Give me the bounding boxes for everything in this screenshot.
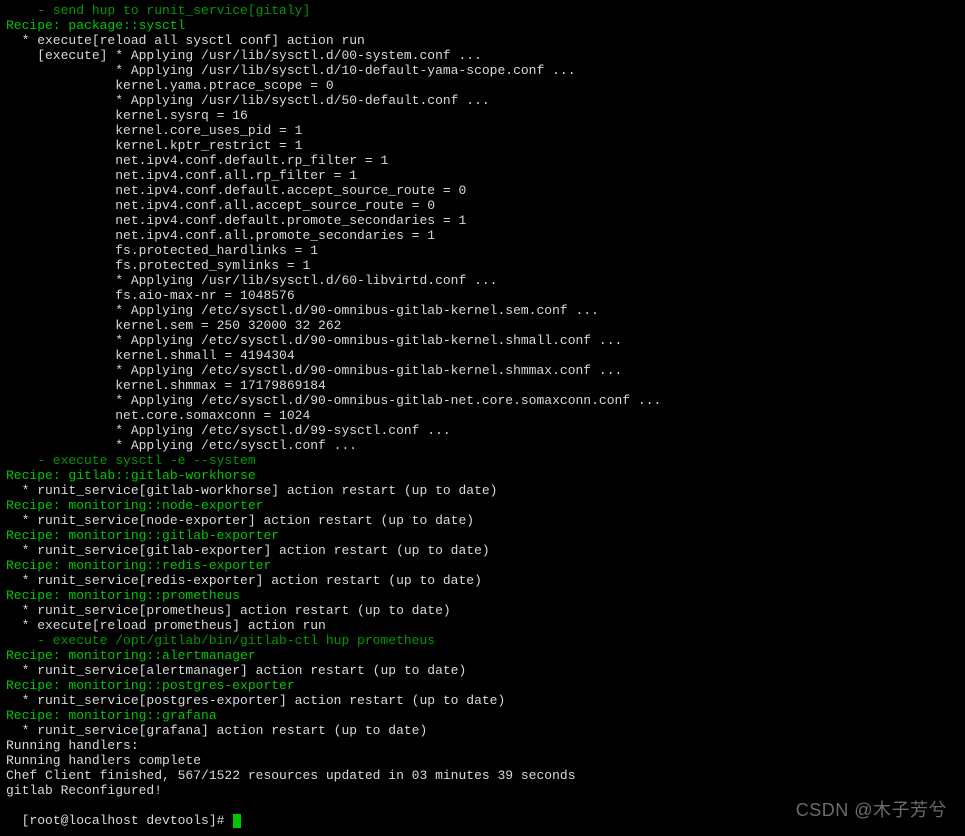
terminal-line: * Applying /etc/sysctl.d/90-omnibus-gitl…: [6, 363, 959, 378]
shell-prompt: [root@localhost devtools]#: [22, 813, 233, 828]
terminal-line: * execute[reload prometheus] action run: [6, 618, 959, 633]
terminal-line: * runit_service[alertmanager] action res…: [6, 663, 959, 678]
terminal-line: Recipe: monitoring::node-exporter: [6, 498, 959, 513]
terminal-line: * runit_service[postgres-exporter] actio…: [6, 693, 959, 708]
terminal-line: * Applying /etc/sysctl.conf ...: [6, 438, 959, 453]
terminal-line: fs.aio-max-nr = 1048576: [6, 288, 959, 303]
terminal-line: net.ipv4.conf.default.rp_filter = 1: [6, 153, 959, 168]
terminal-line: Running handlers:: [6, 738, 959, 753]
terminal-line: kernel.shmall = 4194304: [6, 348, 959, 363]
terminal-line: Chef Client finished, 567/1522 resources…: [6, 768, 959, 783]
terminal-line: net.ipv4.conf.all.promote_secondaries = …: [6, 228, 959, 243]
terminal-line: Recipe: monitoring::postgres-exporter: [6, 678, 959, 693]
terminal-line: * Applying /usr/lib/sysctl.d/50-default.…: [6, 93, 959, 108]
terminal-line: Recipe: monitoring::prometheus: [6, 588, 959, 603]
terminal-line: Recipe: monitoring::redis-exporter: [6, 558, 959, 573]
terminal-line: * runit_service[grafana] action restart …: [6, 723, 959, 738]
terminal-line: net.ipv4.conf.default.accept_source_rout…: [6, 183, 959, 198]
terminal-line: gitlab Reconfigured!: [6, 783, 959, 798]
watermark: CSDN @木子芳兮: [796, 803, 947, 818]
terminal-line: * runit_service[prometheus] action resta…: [6, 603, 959, 618]
terminal-line: - send hup to runit_service[gitaly]: [6, 3, 959, 18]
terminal-line: Recipe: monitoring::alertmanager: [6, 648, 959, 663]
terminal-line: fs.protected_symlinks = 1: [6, 258, 959, 273]
cursor-icon: [233, 814, 241, 828]
terminal-line: * Applying /usr/lib/sysctl.d/10-default-…: [6, 63, 959, 78]
terminal-line: - execute /opt/gitlab/bin/gitlab-ctl hup…: [6, 633, 959, 648]
terminal-line: kernel.sem = 250 32000 32 262: [6, 318, 959, 333]
terminal-line: * execute[reload all sysctl conf] action…: [6, 33, 959, 48]
terminal-line: kernel.shmmax = 17179869184: [6, 378, 959, 393]
terminal-line: fs.protected_hardlinks = 1: [6, 243, 959, 258]
terminal-line: kernel.yama.ptrace_scope = 0: [6, 78, 959, 93]
terminal-line: Recipe: gitlab::gitlab-workhorse: [6, 468, 959, 483]
terminal-line: Recipe: monitoring::grafana: [6, 708, 959, 723]
terminal-line: Recipe: package::sysctl: [6, 18, 959, 33]
terminal-line: * Applying /usr/lib/sysctl.d/60-libvirtd…: [6, 273, 959, 288]
terminal-line: * runit_service[gitlab-workhorse] action…: [6, 483, 959, 498]
terminal-line: * runit_service[redis-exporter] action r…: [6, 573, 959, 588]
terminal-line: * runit_service[gitlab-exporter] action …: [6, 543, 959, 558]
terminal-line: * Applying /etc/sysctl.d/90-omnibus-gitl…: [6, 333, 959, 348]
terminal-line: kernel.core_uses_pid = 1: [6, 123, 959, 138]
terminal-line: Running handlers complete: [6, 753, 959, 768]
terminal-line: * Applying /etc/sysctl.d/90-omnibus-gitl…: [6, 393, 959, 408]
terminal-line: kernel.sysrq = 16: [6, 108, 959, 123]
terminal-line: [execute] * Applying /usr/lib/sysctl.d/0…: [6, 48, 959, 63]
terminal-line: net.ipv4.conf.all.accept_source_route = …: [6, 198, 959, 213]
terminal-output: - send hup to runit_service[gitaly]Recip…: [6, 3, 959, 798]
terminal-line: * runit_service[node-exporter] action re…: [6, 513, 959, 528]
terminal-line: net.core.somaxconn = 1024: [6, 408, 959, 423]
terminal-line: net.ipv4.conf.default.promote_secondarie…: [6, 213, 959, 228]
terminal-line: - execute sysctl -e --system: [6, 453, 959, 468]
terminal-line: net.ipv4.conf.all.rp_filter = 1: [6, 168, 959, 183]
terminal-line: * Applying /etc/sysctl.d/99-sysctl.conf …: [6, 423, 959, 438]
terminal-line: kernel.kptr_restrict = 1: [6, 138, 959, 153]
terminal-line: Recipe: monitoring::gitlab-exporter: [6, 528, 959, 543]
terminal-line: * Applying /etc/sysctl.d/90-omnibus-gitl…: [6, 303, 959, 318]
